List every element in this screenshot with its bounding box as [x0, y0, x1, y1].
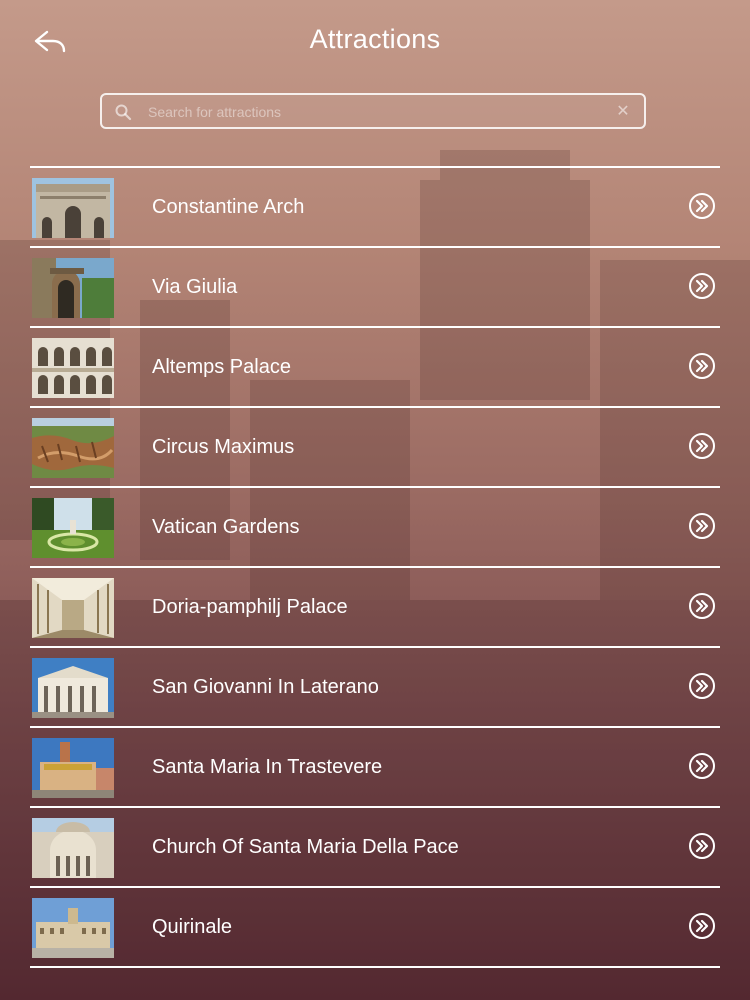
thumbnail-image: [32, 578, 114, 638]
list-item-label: Constantine Arch: [152, 196, 305, 218]
thumbnail-image: [32, 898, 114, 958]
double-chevron-right-icon[interactable]: [688, 912, 716, 940]
list-item-circus-maximus[interactable]: Circus Maximus: [30, 408, 720, 486]
double-chevron-right-icon[interactable]: [688, 752, 716, 780]
thumbnail-image: [32, 658, 114, 718]
search-icon: [115, 104, 132, 121]
page-title: Attractions: [309, 24, 441, 54]
thumbnail-image: [32, 818, 114, 878]
list-item-san-giovanni-in-laterano[interactable]: San Giovanni In Laterano: [30, 648, 720, 726]
list-item-church-of-santa-maria-della-pace[interactable]: Church Of Santa Maria Della Pace: [30, 808, 720, 886]
list-item-label: San Giovanni In Laterano: [152, 676, 379, 698]
list-item-doria-pamphilj-palace[interactable]: Doria-pamphilj Palace: [30, 568, 720, 646]
double-chevron-right-icon[interactable]: [688, 192, 716, 220]
list-item-santa-maria-in-trastevere[interactable]: Santa Maria In Trastevere: [30, 728, 720, 806]
navigation-bar: Attractions: [0, 0, 750, 86]
attractions-list: Constantine Arch Via Giulia Altemps Pala…: [30, 166, 720, 968]
double-chevron-right-icon[interactable]: [688, 432, 716, 460]
list-item-label: Quirinale: [152, 916, 233, 938]
thumbnail-image: [32, 738, 114, 798]
list-item-via-giulia[interactable]: Via Giulia: [30, 248, 720, 326]
list-item-quirinale[interactable]: Quirinale: [30, 888, 720, 966]
list-item-label: Altemps Palace: [152, 356, 291, 378]
divider: [30, 966, 720, 968]
double-chevron-right-icon[interactable]: [688, 672, 716, 700]
thumbnail-image: [32, 258, 114, 318]
thumbnail-image: [32, 498, 114, 558]
list-item-vatican-gardens[interactable]: Vatican Gardens: [30, 488, 720, 566]
list-item-label: Via Giulia: [152, 276, 238, 298]
list-item-constantine-arch[interactable]: Constantine Arch: [30, 168, 720, 246]
double-chevron-right-icon[interactable]: [688, 352, 716, 380]
thumbnail-image: [32, 178, 114, 238]
search-bar[interactable]: ✕: [100, 93, 646, 129]
list-item-label: Doria-pamphilj Palace: [152, 596, 348, 618]
double-chevron-right-icon[interactable]: [688, 832, 716, 860]
list-item-label: Circus Maximus: [152, 436, 295, 458]
list-item-label: Santa Maria In Trastevere: [152, 756, 383, 778]
list-item-label: Church Of Santa Maria Della Pace: [152, 836, 459, 858]
thumbnail-image: [32, 418, 114, 478]
thumbnail-image: [32, 338, 114, 398]
list-item-label: Vatican Gardens: [152, 516, 300, 538]
double-chevron-right-icon[interactable]: [688, 592, 716, 620]
list-item-altemps-palace[interactable]: Altemps Palace: [30, 328, 720, 406]
clear-icon[interactable]: ✕: [614, 102, 632, 120]
search-input[interactable]: [146, 95, 610, 129]
double-chevron-right-icon[interactable]: [688, 272, 716, 300]
double-chevron-right-icon[interactable]: [688, 512, 716, 540]
